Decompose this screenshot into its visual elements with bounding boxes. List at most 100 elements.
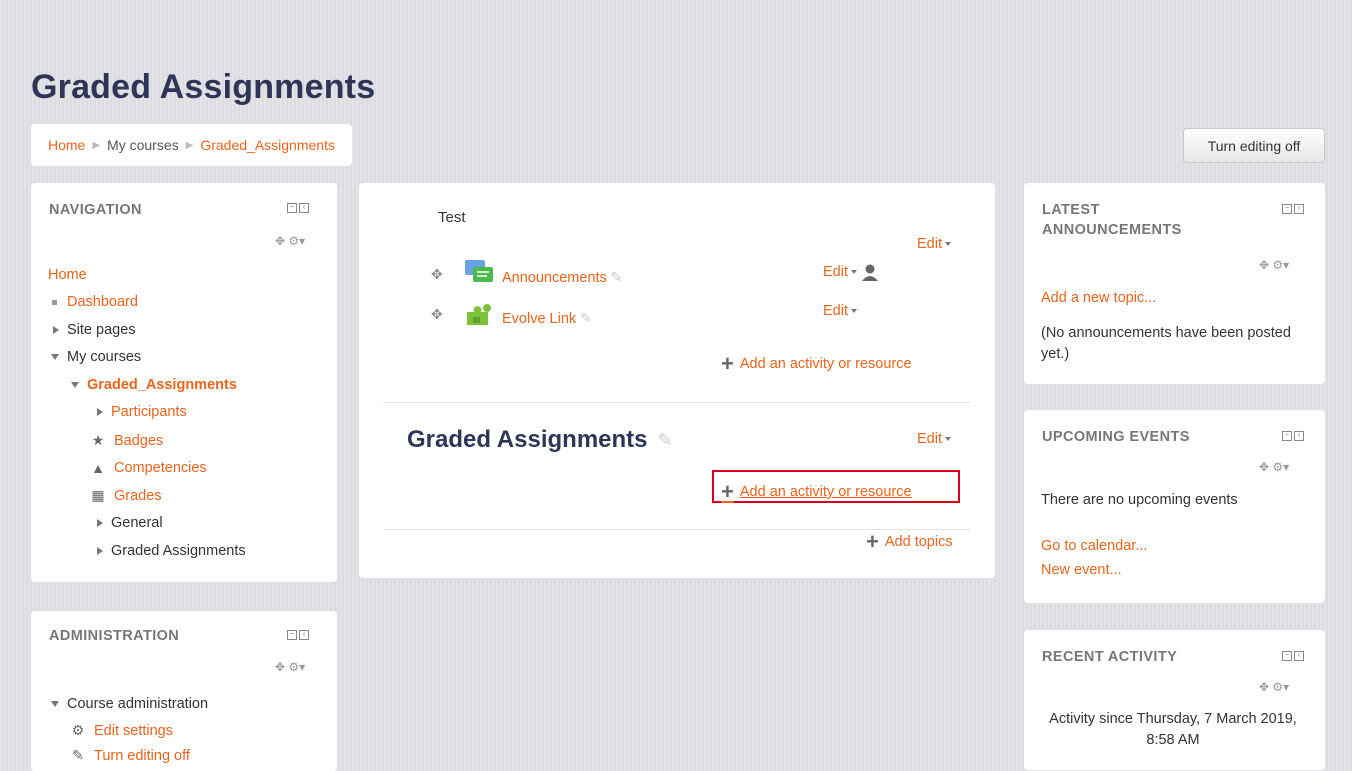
collapse-icon[interactable]: − <box>1282 431 1292 441</box>
bullet-icon <box>52 299 57 305</box>
section-edit-menu[interactable]: Edit <box>917 431 951 447</box>
nav-item-general[interactable]: General <box>97 515 163 531</box>
block-actions: ✥ ⚙▾ <box>1259 680 1289 694</box>
add-activity-button[interactable]: + Add an activity or resource <box>721 479 912 504</box>
section-edit-menu[interactable]: Edit <box>917 236 951 252</box>
nav-item-grades[interactable]: ▦ Grades <box>89 487 162 504</box>
latest-announcements-block: LATEST ANNOUNCEMENTS − ‹ ✥ ⚙▾ Add a new … <box>1024 183 1325 384</box>
collapse-arrow-icon[interactable] <box>51 354 59 360</box>
pencil-icon[interactable]: ✎ <box>580 310 592 327</box>
nav-item-label[interactable]: Competencies <box>114 460 207 476</box>
collapse-icon[interactable]: − <box>1282 651 1292 661</box>
gear-icon[interactable]: ⚙▾ <box>288 660 305 674</box>
expand-icon[interactable] <box>53 326 59 334</box>
admin-item-label: Course administration <box>67 696 209 712</box>
dock-icon[interactable]: ‹ <box>1294 651 1304 661</box>
nav-item-dashboard[interactable]: Dashboard <box>52 294 138 310</box>
block-controls: − ‹ <box>1282 651 1304 661</box>
add-topics-button[interactable]: + Add topics <box>866 529 953 554</box>
dock-icon[interactable]: ‹ <box>299 203 309 213</box>
nav-item-label[interactable]: Grades <box>114 488 162 504</box>
page-title: Graded Assignments <box>31 68 376 106</box>
move-icon[interactable]: ✥ <box>275 234 285 248</box>
dock-icon[interactable]: ‹ <box>1294 204 1304 214</box>
admin-item-turn-editing-off[interactable]: ✎ Turn editing off <box>69 747 190 764</box>
dock-icon[interactable]: ‹ <box>299 630 309 640</box>
activity-announcements[interactable]: Announcements ✎ <box>502 269 623 286</box>
nav-item-course[interactable]: Graded_Assignments <box>71 377 237 393</box>
activity-edit-menu[interactable]: Edit <box>823 303 857 319</box>
section-divider <box>383 402 971 403</box>
expand-icon[interactable] <box>97 547 103 555</box>
caret-down-icon <box>945 242 951 247</box>
activity-link[interactable]: Evolve Link <box>502 311 576 327</box>
nav-item-participants[interactable]: Participants <box>97 404 187 420</box>
breadcrumb-home[interactable]: Home <box>48 137 85 153</box>
no-events-text: There are no upcoming events <box>1041 492 1238 508</box>
admin-item-edit-settings[interactable]: ⚙ Edit settings <box>69 722 173 739</box>
nav-item-label[interactable]: Participants <box>111 404 187 420</box>
add-activity-label: Add an activity or resource <box>739 356 912 372</box>
collapse-icon[interactable]: − <box>287 630 297 640</box>
gear-icon[interactable]: ⚙▾ <box>288 234 305 248</box>
user-icon[interactable] <box>861 263 879 281</box>
nav-item-badges[interactable]: ★ Badges <box>89 432 163 449</box>
nav-item-label[interactable]: Badges <box>114 433 163 449</box>
activity-since-text: Activity since Thursday, 7 March 2019, 8… <box>1049 711 1297 748</box>
edit-label: Edit <box>823 303 848 319</box>
navigation-title: NAVIGATION <box>49 202 142 218</box>
nav-item-my-courses[interactable]: My courses <box>51 349 141 365</box>
gear-icon[interactable]: ⚙▾ <box>1272 460 1289 474</box>
move-icon[interactable]: ✥ <box>431 266 443 283</box>
nav-item-competencies[interactable]: ▲ Competencies <box>89 460 207 476</box>
block-controls: − ‹ <box>287 203 309 213</box>
table-icon: ▦ <box>91 487 105 503</box>
expand-icon[interactable] <box>97 408 103 416</box>
nav-item-label[interactable]: Graded_Assignments <box>87 377 237 393</box>
gear-icon[interactable]: ⚙▾ <box>1272 258 1289 272</box>
collapse-icon[interactable]: − <box>287 203 297 213</box>
plus-icon: + <box>721 479 734 504</box>
plus-icon: + <box>866 529 879 554</box>
add-activity-label: Add an activity or resource <box>739 484 912 500</box>
nav-item-label[interactable]: Dashboard <box>67 294 138 310</box>
admin-item-course-administration[interactable]: Course administration <box>51 696 208 712</box>
collapse-arrow-icon[interactable] <box>51 701 59 707</box>
move-icon[interactable]: ✥ <box>1259 258 1269 272</box>
trophy-icon: ★ <box>91 432 105 448</box>
nav-item-graded-assignments[interactable]: Graded Assignments <box>97 543 246 559</box>
course-content: Test Edit ✥ Announcements ✎ Edit ✥ Evolv… <box>359 183 995 578</box>
move-icon[interactable]: ✥ <box>431 306 443 323</box>
block-actions: ✥ ⚙▾ <box>1259 460 1289 474</box>
section-divider <box>383 529 971 530</box>
add-activity-button[interactable]: + Add an activity or resource <box>721 353 912 375</box>
pencil-icon[interactable]: ✎ <box>611 269 623 286</box>
activity-evolve-link[interactable]: Evolve Link ✎ <box>502 310 592 327</box>
breadcrumb-separator-icon: ▶ <box>92 139 101 151</box>
caret-down-icon <box>851 309 857 314</box>
turn-editing-off-button[interactable]: Turn editing off <box>1183 128 1325 163</box>
new-event-link[interactable]: New event... <box>1041 560 1122 581</box>
pencil-icon[interactable]: ✎ <box>658 430 673 451</box>
admin-item-label[interactable]: Turn editing off <box>94 748 190 764</box>
nav-item-label[interactable]: Home <box>48 267 87 283</box>
admin-item-label[interactable]: Edit settings <box>94 723 173 739</box>
breadcrumb-course[interactable]: Graded_Assignments <box>200 137 335 153</box>
go-to-calendar-link[interactable]: Go to calendar... <box>1041 536 1147 557</box>
section-title: Graded Assignments <box>407 426 648 453</box>
collapse-icon[interactable]: − <box>1282 204 1292 214</box>
collapse-arrow-icon[interactable] <box>71 382 79 388</box>
nav-item-site-pages[interactable]: Site pages <box>53 322 136 338</box>
nav-item-label: My courses <box>67 349 142 365</box>
dock-icon[interactable]: ‹ <box>1294 431 1304 441</box>
add-new-topic-link[interactable]: Add a new topic... <box>1041 288 1156 309</box>
activity-link[interactable]: Announcements <box>502 270 607 286</box>
block-controls: − ‹ <box>287 630 309 640</box>
move-icon[interactable]: ✥ <box>1259 460 1269 474</box>
move-icon[interactable]: ✥ <box>275 660 285 674</box>
nav-item-home[interactable]: Home <box>48 267 87 283</box>
expand-icon[interactable] <box>97 519 103 527</box>
gear-icon[interactable]: ⚙▾ <box>1272 680 1289 694</box>
move-icon[interactable]: ✥ <box>1259 680 1269 694</box>
activity-edit-menu[interactable]: Edit <box>823 263 879 281</box>
